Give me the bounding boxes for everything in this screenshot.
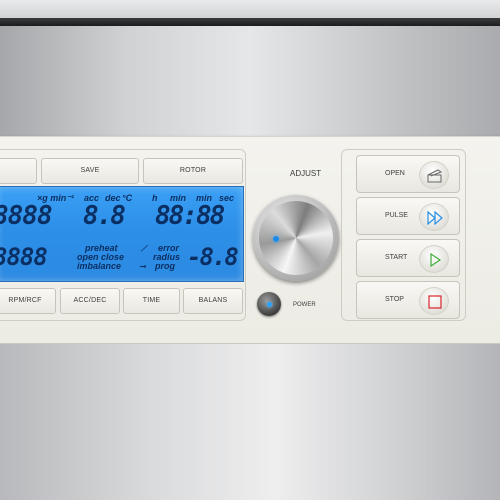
top-key-partial[interactable] <box>0 158 37 184</box>
lcd-lid-icon: ⟋ <box>141 244 147 253</box>
lcd-acc-readout: 8.8 <box>83 201 126 231</box>
top-metal-strip <box>0 0 500 18</box>
start-button[interactable]: START <box>356 239 460 277</box>
top-dark-bar <box>0 18 500 26</box>
lcd-prog-label: prog <box>155 261 175 271</box>
adjust-label: ADJUST <box>290 169 322 178</box>
time-button[interactable]: TIME <box>123 288 180 314</box>
lcd-prog-value: -8.8 <box>187 243 239 271</box>
play-icon <box>419 245 449 273</box>
rotor-button[interactable]: ROTOR <box>143 158 243 184</box>
lcd-program-readout: 8888 <box>0 243 48 271</box>
lid-open-icon <box>419 161 449 189</box>
pulse-button[interactable]: PULSE <box>356 197 460 235</box>
lcd-time-readout: 88:88 <box>155 201 225 231</box>
upper-metal-surface <box>0 26 500 136</box>
stop-button[interactable]: STOP <box>356 281 460 319</box>
knob-indicator <box>273 236 279 242</box>
lcd-display: ×g min⁻¹ acc dec °C h min min sec 8888 8… <box>0 186 244 282</box>
power-indicator <box>267 302 272 307</box>
open-label: OPEN <box>385 170 405 177</box>
balans-button[interactable]: BALANS <box>183 288 243 314</box>
adjust-knob[interactable] <box>259 201 333 275</box>
acc-dec-button[interactable]: ACC/DEC <box>60 288 120 314</box>
lcd-key-icon: ⊸ <box>139 262 146 271</box>
stop-icon <box>419 287 449 315</box>
lcd-status-imbalance: imbalance <box>77 261 122 271</box>
start-label: START <box>385 254 408 261</box>
pulse-label: PULSE <box>385 212 408 219</box>
lcd-speed-readout: 8888 <box>0 201 53 231</box>
lower-metal-surface <box>0 344 500 500</box>
stop-label: STOP <box>385 296 404 303</box>
rpm-rcf-button[interactable]: RPM/RCF <box>0 288 56 314</box>
power-label: POWER <box>293 302 316 308</box>
open-button[interactable]: OPEN <box>356 155 460 193</box>
fast-forward-icon <box>419 203 449 231</box>
save-button[interactable]: SAVE <box>41 158 139 184</box>
